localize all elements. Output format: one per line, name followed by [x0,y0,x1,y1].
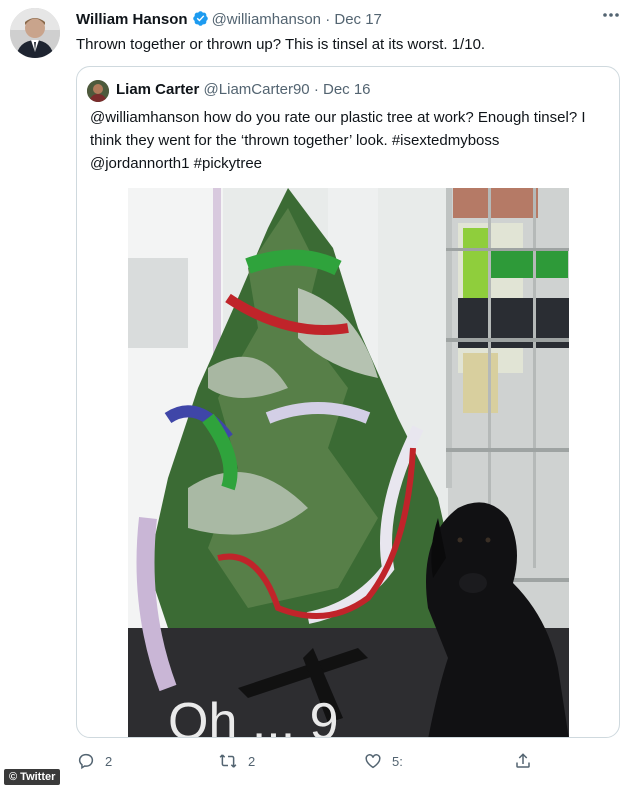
quoted-photo[interactable]: Oh ... 9 [128,188,569,738]
tweet-date[interactable]: Dec 17 [334,11,382,28]
author-name[interactable]: William Hanson [76,11,188,28]
more-button[interactable] [598,4,624,26]
twitter-watermark: © Twitter [4,769,61,785]
mention-link[interactable]: @williamhanson [90,109,199,126]
quoted-handle[interactable]: @LiamCarter90 [204,81,310,98]
quoted-name[interactable]: Liam Carter [116,81,199,98]
quoted-tweet[interactable]: Liam Carter @LiamCarter90 · Dec 16 @will… [76,66,620,738]
hashtag-link[interactable]: #pickytree [194,155,262,172]
reply-button[interactable]: 2 [77,752,112,770]
share-button[interactable] [514,752,542,770]
author-handle[interactable]: @williamhanson [212,11,321,28]
author-avatar[interactable] [10,8,60,58]
like-count: 5: [392,753,403,769]
verified-icon [192,10,209,32]
quoted-avatar[interactable] [87,80,109,102]
hashtag-link[interactable]: #isextedmyboss [392,132,500,149]
action-bar: 2 2 5: [0,748,634,778]
quoted-separator: · [313,81,319,98]
retweet-icon [219,754,237,768]
quoted-header: Liam Carter @LiamCarter90 · Dec 16 [116,81,371,99]
mention-link[interactable]: @jordannorth1 [90,155,189,172]
like-button[interactable]: 5: [364,752,403,770]
share-icon [516,753,530,768]
photo-caption: Oh ... 9 [168,693,339,738]
retweet-button[interactable]: 2 [218,752,255,770]
reply-count: 2 [105,753,113,769]
quoted-text: @williamhanson how do you rate our plast… [90,106,619,175]
like-icon [365,754,381,769]
more-icon [603,13,619,17]
quoted-date[interactable]: Dec 16 [323,81,371,98]
tweet-text: Thrown together or thrown up? This is ti… [76,36,486,53]
header-separator: · [325,11,331,28]
tweet-header: William Hanson @williamhanson · Dec 17 [76,10,382,32]
retweet-count: 2 [248,753,256,769]
reply-icon [78,753,94,770]
